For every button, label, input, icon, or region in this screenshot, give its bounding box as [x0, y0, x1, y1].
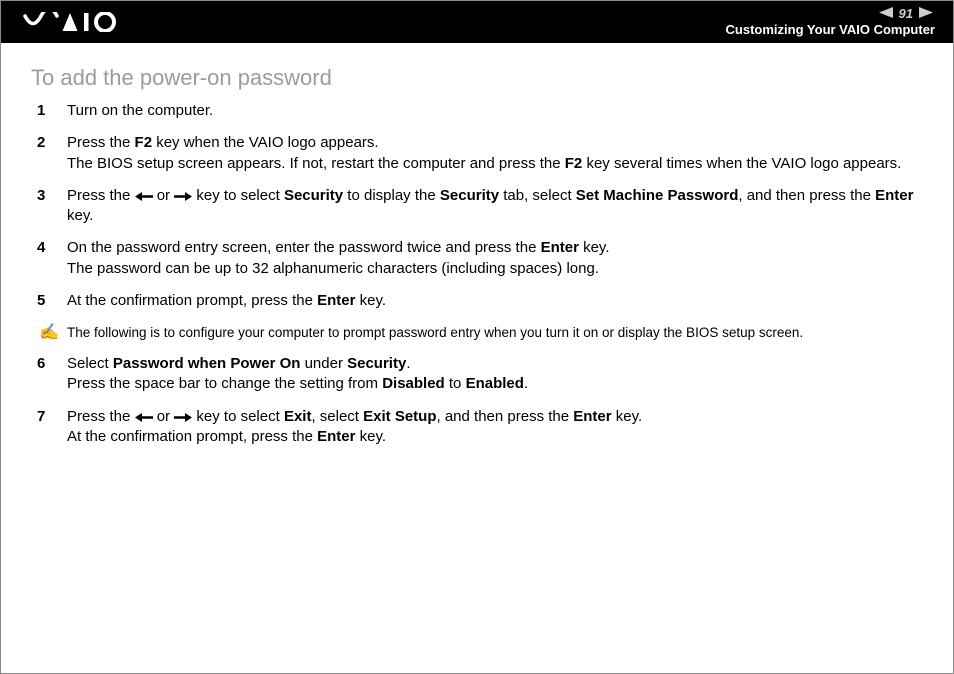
step-text: or — [153, 408, 175, 425]
page-title: To add the power-on password — [31, 65, 923, 91]
note-icon: ✍ — [39, 322, 59, 342]
arrow-right-icon — [174, 188, 192, 205]
step-7: Press the or key to select Exit, select … — [31, 407, 923, 460]
step-text: key to select — [192, 408, 284, 425]
key-f2: F2 — [565, 155, 583, 172]
step-3: Press the or key to select Security to d… — [31, 186, 923, 239]
next-page-icon[interactable] — [917, 6, 935, 22]
key-enter: Enter — [573, 408, 611, 425]
steps-list-2: Select Password when Power On under Secu… — [31, 354, 923, 459]
manual-page: 91 Customizing Your VAIO Computer To add… — [0, 0, 954, 674]
key-enter: Enter — [875, 187, 913, 204]
key-f2: F2 — [135, 134, 153, 151]
key-disabled: Disabled — [382, 375, 445, 392]
step-text: At the confirmation prompt, press the — [67, 292, 317, 309]
key-exit-setup: Exit Setup — [363, 408, 436, 425]
step-text: Press the — [67, 408, 135, 425]
key-security: Security — [347, 355, 406, 372]
step-6: Select Password when Power On under Secu… — [31, 354, 923, 407]
key-exit: Exit — [284, 408, 312, 425]
arrow-left-icon — [135, 188, 153, 205]
step-text: to — [445, 375, 466, 392]
step-text: Press the — [67, 187, 135, 204]
vaio-logo — [19, 12, 139, 32]
step-text: Turn on the computer. — [67, 102, 213, 119]
step-text: Press the — [67, 134, 135, 151]
step-text: under — [300, 355, 347, 372]
arrow-left-icon — [135, 409, 153, 426]
step-text: . — [406, 355, 410, 372]
step-1: Turn on the computer. — [31, 101, 923, 133]
step-text: , and then press the — [738, 187, 875, 204]
step-text: key. — [612, 408, 643, 425]
page-header: 91 Customizing Your VAIO Computer — [1, 1, 953, 43]
step-text: key several times when the VAIO logo app… — [582, 155, 901, 172]
key-set-machine-password: Set Machine Password — [576, 187, 739, 204]
note: ✍ The following is to configure your com… — [31, 325, 923, 348]
step-text: Press the space bar to change the settin… — [67, 375, 382, 392]
step-text: or — [153, 187, 175, 204]
page-number: 91 — [895, 6, 917, 22]
key-enter: Enter — [541, 239, 579, 256]
key-password-when-power-on: Password when Power On — [113, 355, 301, 372]
note-text: The following is to configure your compu… — [67, 325, 803, 340]
step-text: At the confirmation prompt, press the — [67, 428, 317, 445]
step-text: The BIOS setup screen appears. If not, r… — [67, 155, 565, 172]
steps-list: Turn on the computer. Press the F2 key w… — [31, 101, 923, 323]
key-enter: Enter — [317, 428, 355, 445]
step-text: The password can be up to 32 alphanumeri… — [67, 260, 599, 277]
step-text: tab, select — [499, 187, 576, 204]
step-text: On the password entry screen, enter the … — [67, 239, 541, 256]
section-title: Customizing Your VAIO Computer — [726, 22, 935, 38]
step-text: . — [524, 375, 528, 392]
page-nav: 91 — [726, 6, 935, 22]
step-2: Press the F2 key when the VAIO logo appe… — [31, 133, 923, 186]
page-content: To add the power-on password Turn on the… — [1, 43, 953, 459]
key-enter: Enter — [317, 292, 355, 309]
prev-page-icon[interactable] — [877, 6, 895, 22]
step-text: to display the — [343, 187, 440, 204]
step-text: key. — [579, 239, 610, 256]
step-text: key. — [355, 292, 386, 309]
step-text: , and then press the — [437, 408, 574, 425]
header-right: 91 Customizing Your VAIO Computer — [726, 6, 935, 37]
step-5: At the confirmation prompt, press the En… — [31, 291, 923, 323]
step-text: Select — [67, 355, 113, 372]
key-security: Security — [440, 187, 499, 204]
step-text: key. — [355, 428, 386, 445]
step-text: key when the VAIO logo appears. — [152, 134, 379, 151]
key-enabled: Enabled — [466, 375, 524, 392]
step-text: , select — [311, 408, 363, 425]
key-security: Security — [284, 187, 343, 204]
arrow-right-icon — [174, 409, 192, 426]
step-4: On the password entry screen, enter the … — [31, 238, 923, 291]
step-text: key to select — [192, 187, 284, 204]
step-text: key. — [67, 207, 93, 224]
